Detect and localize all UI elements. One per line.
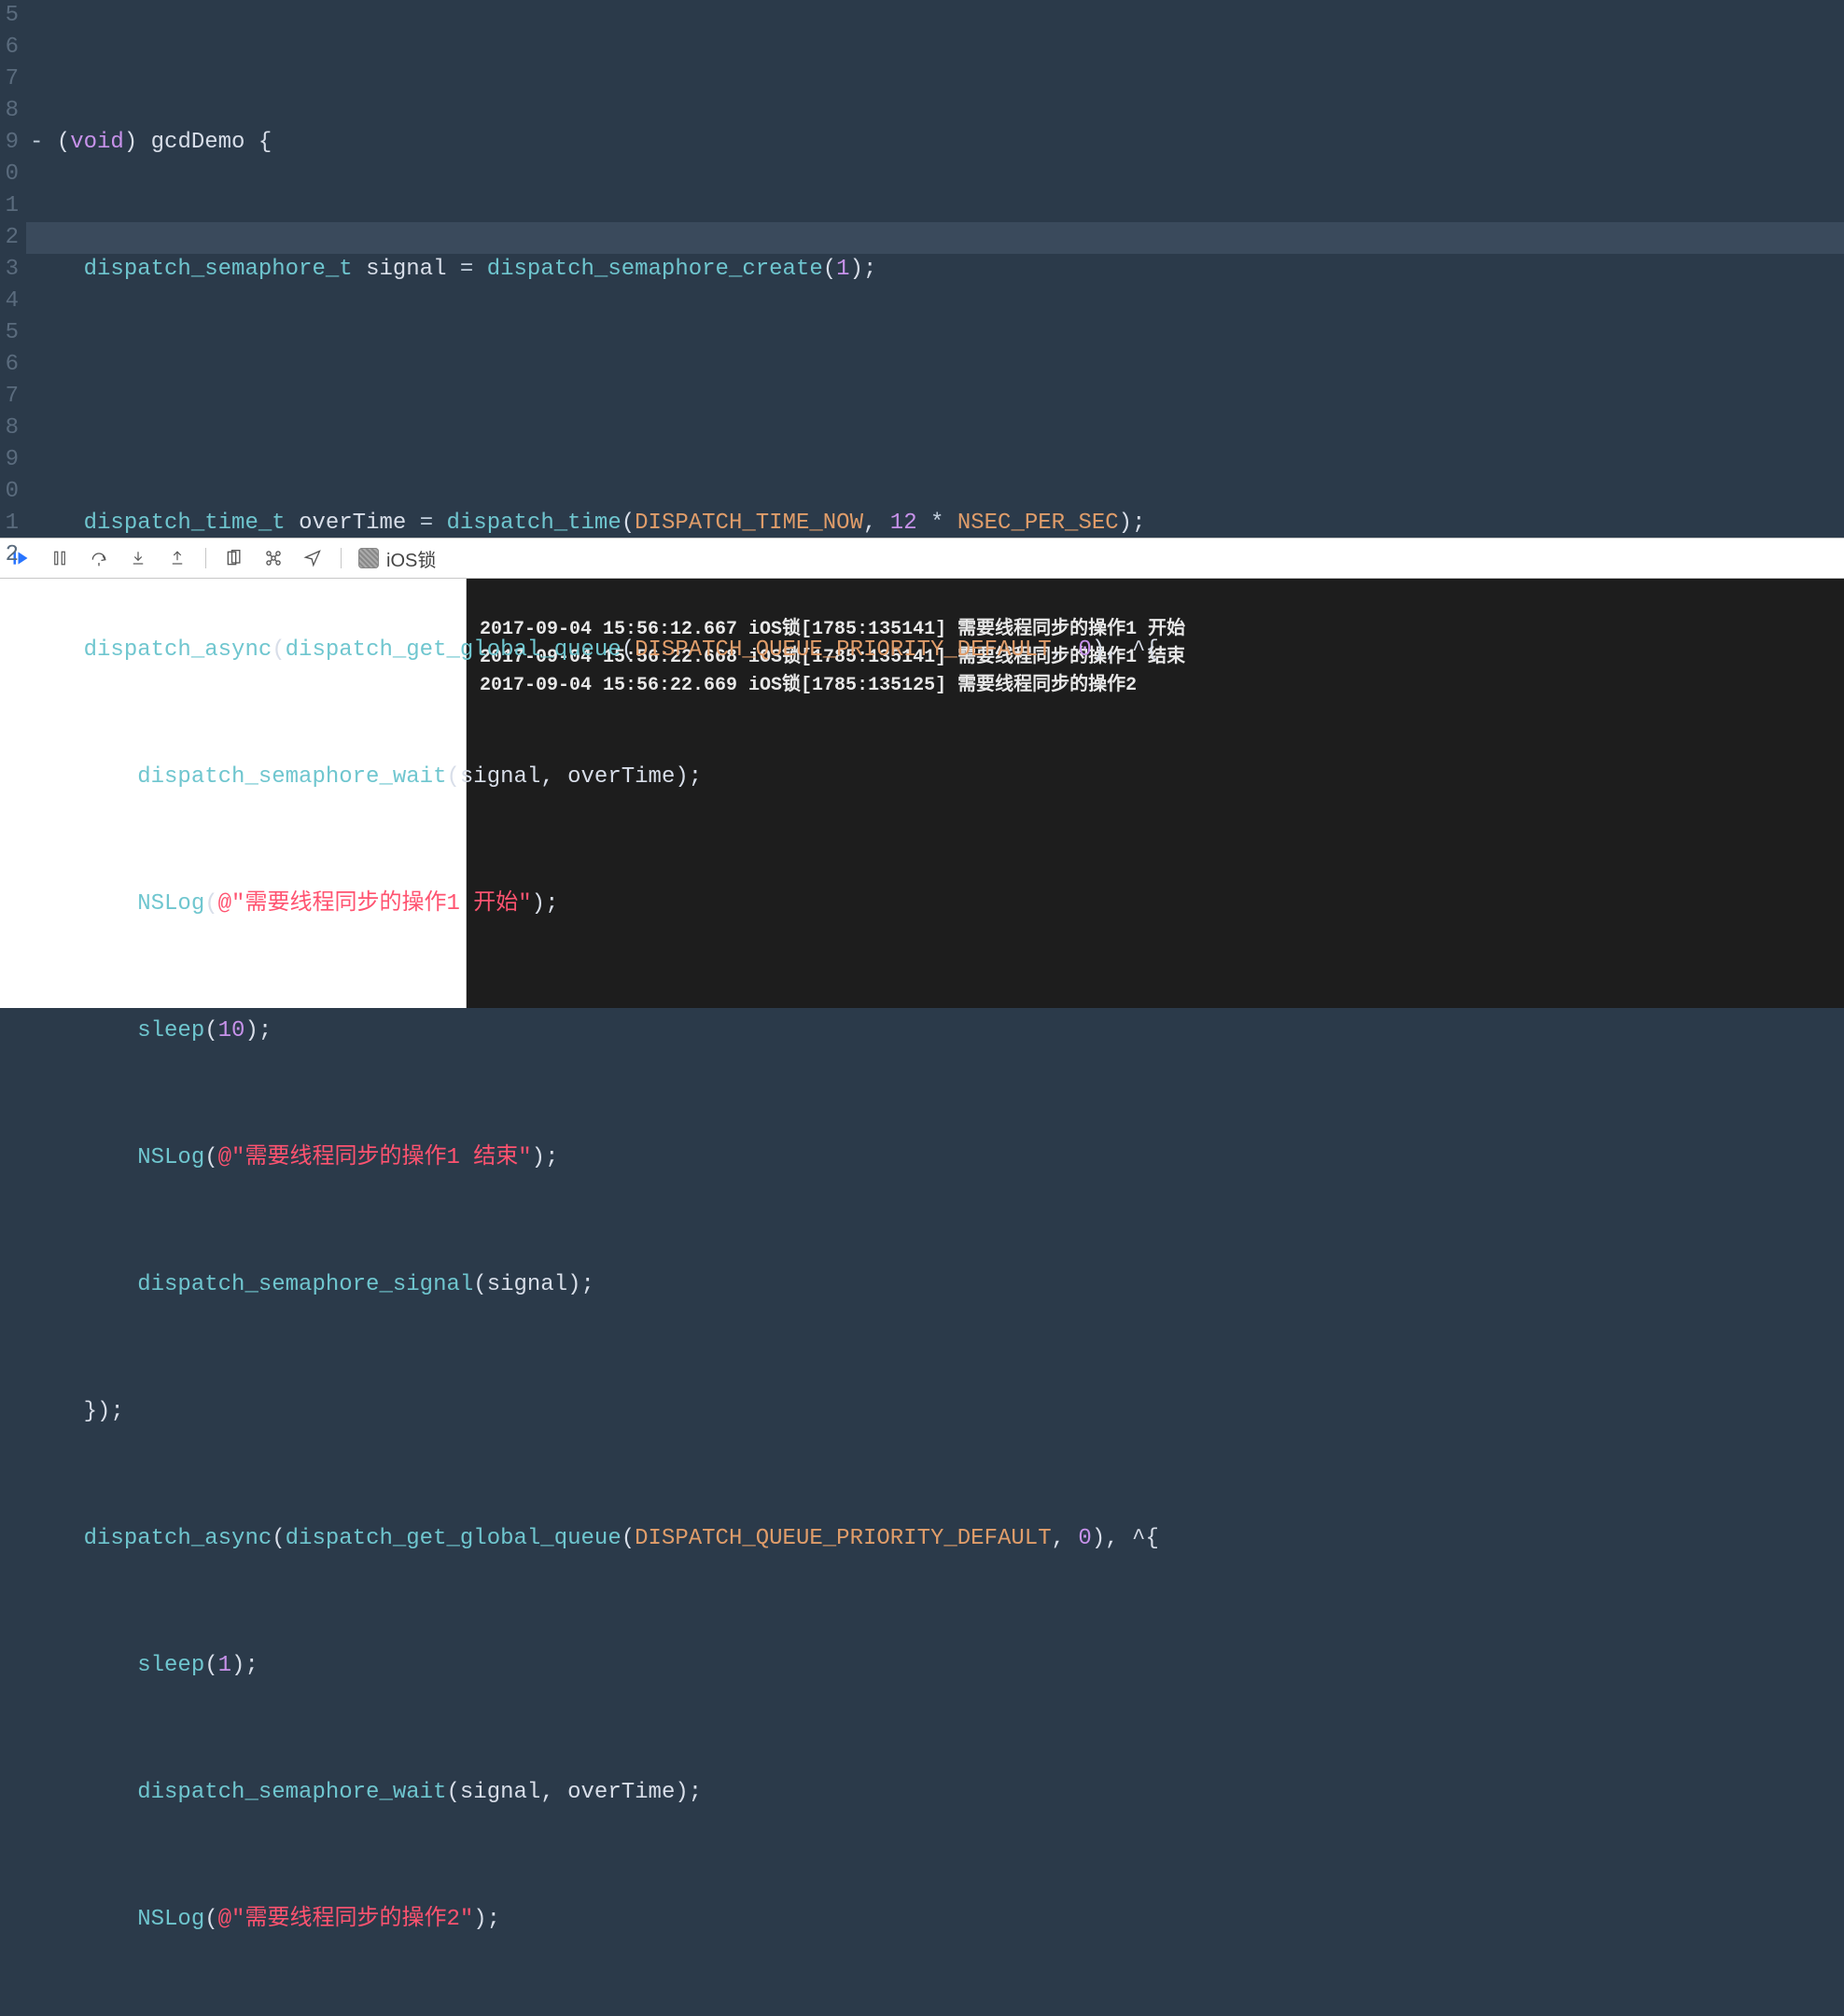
code-token: - [30,130,43,155]
line-gutter: 567890123456789012 [0,0,26,538]
method-name: gcdDemo [151,130,245,155]
code-token: dispatch_semaphore_t [84,257,353,282]
code-editor[interactable]: 567890123456789012 - (void) gcdDemo { di… [0,0,1844,538]
code-area[interactable]: - (void) gcdDemo { dispatch_semaphore_t … [26,0,1844,538]
code-token: void [70,130,124,155]
current-line-highlight [26,222,1844,254]
